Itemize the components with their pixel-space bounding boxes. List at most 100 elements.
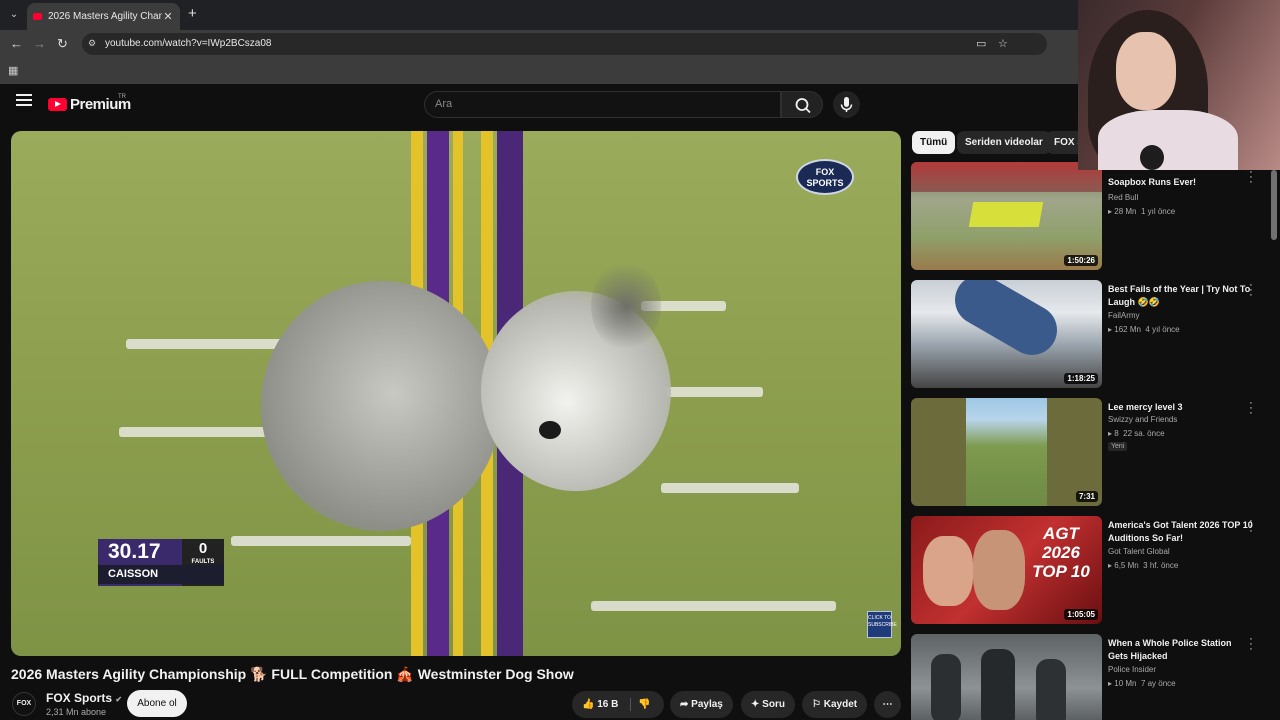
recommendation-channel[interactable]: Swizzy and Friends xyxy=(1108,415,1177,424)
recommendation-title[interactable]: Best Fails of the Year | Try Not To Laug… xyxy=(1108,283,1254,309)
jump-bar xyxy=(591,601,836,611)
fox-sports-logo: FOX SPORTS xyxy=(796,159,854,195)
like-dislike-group: 👍 16 B 👎 xyxy=(572,691,664,718)
more-icon: ⋯ xyxy=(882,699,893,710)
more-options-icon[interactable]: · · · xyxy=(1248,634,1254,655)
recommendation-channel[interactable]: Red Bull xyxy=(1108,193,1138,202)
back-icon[interactable]: ← xyxy=(10,36,23,52)
video-thumbnail[interactable]: 1:50:26 xyxy=(911,162,1102,270)
voice-search-button[interactable] xyxy=(833,91,860,118)
recommendation-meta: ▸ 8 22 sa. önce xyxy=(1108,429,1165,438)
recommendation-title[interactable]: Lee mercy level 3 xyxy=(1108,401,1254,414)
youtube-logo[interactable]: Premium TR xyxy=(48,94,131,113)
recommendation-channel[interactable]: FailArmy xyxy=(1108,311,1140,320)
new-badge: Yeni xyxy=(1108,442,1128,451)
faults-value: 0 xyxy=(198,540,208,557)
duration-badge: 1:05:05 xyxy=(1064,609,1098,620)
share-icon: ➦ xyxy=(680,699,689,710)
ask-label: Soru xyxy=(762,699,785,710)
list-item[interactable]: 1:18:25 Best Fails of the Year | Try Not… xyxy=(911,280,1271,392)
jump-bar xyxy=(231,536,411,546)
video-thumbnail[interactable]: 7:31 xyxy=(911,398,1102,506)
save-label: Kaydet xyxy=(823,699,858,710)
recommendation-meta: ▸ 162 Mn 4 yıl önce xyxy=(1108,325,1180,334)
age: 1 yıl önce xyxy=(1140,207,1176,216)
subscribe-watermark[interactable]: CLICK TO SUBSCRIBE xyxy=(867,611,897,638)
recommendation-meta: ▸ 10 Mn 7 ay önce xyxy=(1108,679,1176,688)
video-thumbnail[interactable]: 1:18:25 xyxy=(911,280,1102,388)
mic-icon xyxy=(840,97,853,112)
duration-badge: 1:50:26 xyxy=(1064,255,1098,266)
tab-list-button[interactable]: ⌄ xyxy=(4,6,24,24)
tab-close-icon[interactable]: ✕ xyxy=(162,10,174,23)
list-item[interactable]: AGT 2026 TOP 10 1:05:05 America's Got Ta… xyxy=(911,516,1271,628)
network-logo-text: FOX SPORTS xyxy=(806,167,844,188)
recommendation-channel[interactable]: Got Talent Global xyxy=(1108,547,1170,556)
video-title: 2026 Masters Agility Championship 🐕 FULL… xyxy=(11,666,574,682)
recommendation-title[interactable]: Soapbox Runs Ever! xyxy=(1108,176,1254,189)
search-input[interactable]: Ara xyxy=(424,91,781,118)
views: 6,5 Mn xyxy=(1114,561,1139,570)
like-icon[interactable]: 👍 xyxy=(582,699,594,710)
reload-icon[interactable]: ↻ xyxy=(57,36,68,52)
subscribe-button[interactable]: Abone ol xyxy=(127,690,187,717)
recommendation-meta: ▸ 6,5 Mn 3 hf. önce xyxy=(1108,561,1179,570)
address-bar[interactable]: ⚙ youtube.com/watch?v=IWp2BCsza08 ▭ ☆ xyxy=(82,33,1047,55)
browser-tab[interactable]: 2026 Masters Agility Champion ✕ xyxy=(27,3,180,30)
tab-title: 2026 Masters Agility Champion xyxy=(48,11,162,22)
site-info-icon[interactable]: ⚙ xyxy=(88,38,96,49)
video-thumbnail[interactable] xyxy=(911,634,1102,720)
channel-name-text: FOX Sports xyxy=(46,691,113,705)
new-tab-button[interactable]: + xyxy=(188,6,197,22)
country-code: TR xyxy=(118,94,126,100)
ask-button[interactable]: ✦ Soru xyxy=(741,691,795,718)
apps-icon[interactable]: ▦ xyxy=(8,64,18,77)
recommendation-title[interactable]: America's Got Talent 2026 TOP 10 Auditio… xyxy=(1108,519,1254,545)
list-item[interactable]: 7:31 Lee mercy level 3 Swizzy and Friend… xyxy=(911,398,1271,510)
channel-name[interactable]: FOX Sports ✔ xyxy=(46,691,122,705)
dog-body xyxy=(261,281,501,531)
share-button[interactable]: ➦ Paylaş xyxy=(670,691,733,718)
star-icon[interactable]: ☆ xyxy=(998,37,1008,50)
webcam-overlay xyxy=(1078,0,1280,170)
save-button[interactable]: ⚐ Kaydet xyxy=(802,691,868,718)
sparkle-icon: ✦ xyxy=(751,699,760,710)
more-options-icon[interactable]: · · · xyxy=(1248,398,1254,419)
install-app-icon[interactable]: ▭ xyxy=(976,37,986,50)
more-options-icon[interactable]: · · · xyxy=(1248,280,1254,301)
share-label: Paylaş xyxy=(691,699,723,710)
more-actions-button[interactable]: ⋯ xyxy=(874,691,901,718)
chip-series[interactable]: Seriden videolar xyxy=(957,131,1051,154)
views: 28 Mn xyxy=(1114,207,1137,216)
list-item[interactable]: 1:50:26 Soapbox Runs Ever! Red Bull ▸ 28… xyxy=(911,162,1271,274)
time-value: 30.17 xyxy=(108,540,161,563)
more-options-icon[interactable]: · · · xyxy=(1248,167,1254,188)
bookmark-icon: ⚐ xyxy=(812,699,821,710)
forward-icon[interactable]: → xyxy=(33,36,46,52)
score-time-block: 30.17 CAISSON xyxy=(98,539,224,586)
youtube-logo-icon xyxy=(48,98,67,111)
youtube-favicon-icon xyxy=(33,13,42,20)
dog-ear xyxy=(591,261,661,351)
search-button[interactable] xyxy=(781,91,823,118)
dislike-icon[interactable]: 👎 xyxy=(638,691,650,718)
age: 7 ay önce xyxy=(1140,679,1176,688)
avatar[interactable]: FOX xyxy=(12,692,36,716)
video-player[interactable]: FOX SPORTS 30.17 CAISSON 0 FAULTS CLICK … xyxy=(11,131,901,656)
recommendation-title[interactable]: When a Whole Police Station Gets Hijacke… xyxy=(1108,637,1254,663)
dog-nose xyxy=(539,421,561,439)
more-options-icon[interactable]: · · · xyxy=(1248,516,1254,537)
views: 10 Mn xyxy=(1114,679,1137,688)
list-item[interactable]: When a Whole Police Station Gets Hijacke… xyxy=(911,634,1271,720)
views: 162 Mn xyxy=(1114,325,1141,334)
sidebar-scrollbar[interactable] xyxy=(1271,170,1277,240)
video-thumbnail[interactable]: AGT 2026 TOP 10 1:05:05 xyxy=(911,516,1102,624)
chip-all[interactable]: Tümü xyxy=(912,131,956,154)
age: 22 sa. önce xyxy=(1123,429,1165,438)
menu-icon[interactable] xyxy=(16,94,32,108)
search-icon xyxy=(795,98,811,114)
like-count[interactable]: 16 B xyxy=(597,699,618,710)
recommendation-channel[interactable]: Police Insider xyxy=(1108,665,1156,674)
faults-label: FAULTS xyxy=(191,559,215,565)
verified-icon: ✔ xyxy=(115,695,123,704)
